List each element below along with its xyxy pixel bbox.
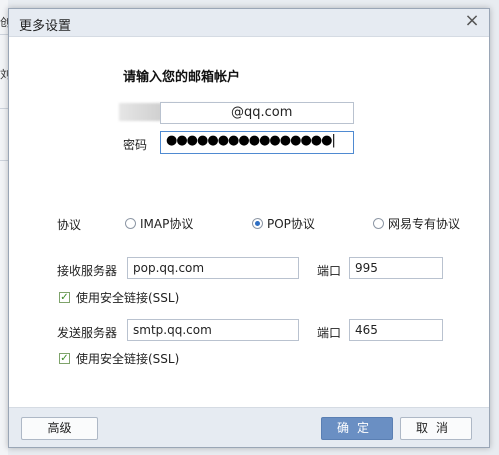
close-icon[interactable]: × — [463, 11, 481, 31]
divider — [0, 108, 8, 109]
radio-netease[interactable]: 网易专有协议 — [373, 215, 460, 232]
checkmark-icon: ✓ — [59, 352, 70, 364]
outgoing-port-label: 端口 — [317, 326, 342, 340]
checkbox-label: 使用安全链接(SSL) — [76, 291, 180, 305]
account-heading: 请输入您的邮箱帐户 — [123, 70, 241, 85]
radio-label: 网易专有协议 — [388, 217, 461, 231]
password-field[interactable]: ●●●●●●●●●●●●●●●●| — [160, 131, 354, 154]
radio-label: IMAP协议 — [140, 217, 194, 231]
dialog-title: 更多设置 — [19, 19, 72, 34]
incoming-server-input[interactable]: pop.qq.com — [127, 257, 299, 279]
radio-imap[interactable]: IMAP协议 — [125, 215, 193, 232]
outgoing-ssl-checkbox[interactable]: ✓ 使用安全链接(SSL) — [59, 350, 179, 367]
incoming-port-input[interactable]: 995 — [349, 257, 443, 279]
outgoing-port-input[interactable]: 465 — [349, 319, 443, 341]
advanced-button[interactable]: 高级 — [21, 417, 98, 440]
radio-pop[interactable]: POP协议 — [252, 215, 315, 232]
dialog-titlebar: 更多设置 × — [9, 9, 489, 37]
background-app-strip: 创 刘 — [0, 0, 11, 455]
divider — [0, 160, 8, 161]
outgoing-server-label: 发送服务器 — [57, 326, 118, 340]
password-label: 密码 — [123, 138, 148, 152]
email-suffix: @qq.com — [231, 105, 293, 120]
radio-circle — [125, 218, 136, 229]
divider — [0, 34, 8, 35]
outgoing-server-input[interactable]: smtp.qq.com — [127, 319, 299, 341]
checkmark-icon: ✓ — [59, 291, 70, 303]
dialog-footer: 高级 确定 取消 — [9, 407, 489, 447]
radio-circle — [373, 218, 384, 229]
incoming-server-label: 接收服务器 — [57, 264, 118, 278]
more-settings-dialog: 更多设置 × 请输入您的邮箱帐户 @qq.com 密码 ●●●●●●●●●●●●… — [8, 8, 490, 448]
protocol-label: 协议 — [57, 218, 82, 232]
cancel-button[interactable]: 取消 — [400, 417, 472, 440]
checkbox-label: 使用安全链接(SSL) — [76, 352, 180, 366]
email-field[interactable]: @qq.com — [160, 102, 354, 124]
incoming-port-label: 端口 — [317, 264, 342, 278]
radio-circle-selected — [252, 218, 263, 229]
ok-button[interactable]: 确定 — [321, 417, 393, 440]
radio-label: POP协议 — [267, 217, 315, 231]
incoming-ssl-checkbox[interactable]: ✓ 使用安全链接(SSL) — [59, 289, 179, 306]
